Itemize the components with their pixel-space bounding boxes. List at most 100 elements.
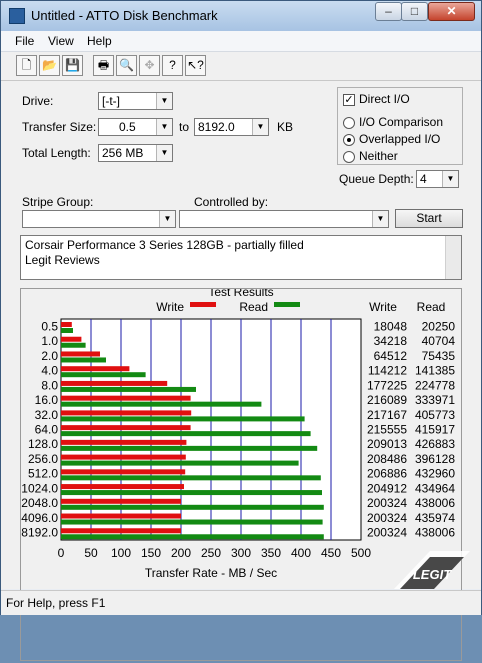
read-value: 224778 — [415, 378, 455, 392]
read-value: 333971 — [415, 393, 455, 407]
description-scrollbar[interactable] — [445, 236, 461, 279]
io-comparison-radio[interactable] — [343, 117, 355, 129]
x-tick-label: 100 — [111, 546, 131, 560]
write-value: 208486 — [367, 452, 407, 466]
save-icon[interactable]: 💾 — [62, 55, 83, 76]
write-bar — [61, 380, 168, 386]
write-bar — [61, 528, 181, 534]
title-bar[interactable]: Untitled - ATTO Disk Benchmark – □ ✕ — [1, 1, 481, 31]
x-tick-label: 400 — [291, 546, 311, 560]
print-preview-icon[interactable]: 🔍 — [116, 55, 137, 76]
overlapped-io-radio[interactable] — [343, 134, 355, 146]
read-bar — [61, 342, 86, 348]
chevron-down-icon[interactable]: ▼ — [159, 211, 175, 227]
overlapped-io-label: Overlapped I/O — [359, 132, 441, 146]
read-bar — [61, 460, 299, 466]
category-label: 1.0 — [41, 334, 58, 348]
read-bar — [61, 372, 146, 378]
category-label: 16.0 — [35, 393, 59, 407]
total-length-label: Total Length: — [22, 146, 91, 160]
menu-help[interactable]: Help — [87, 34, 112, 48]
chevron-down-icon[interactable]: ▼ — [156, 93, 172, 109]
stripe-group-select[interactable]: ▼ — [22, 210, 176, 228]
legend-read-swatch — [274, 302, 300, 307]
start-button[interactable]: Start — [395, 209, 463, 228]
direct-io-label: Direct I/O — [359, 92, 410, 106]
category-label: 256.0 — [28, 452, 58, 466]
category-label: 4096.0 — [21, 511, 58, 525]
write-value: 200324 — [367, 526, 407, 540]
drive-select[interactable]: [-t-] ▼ — [98, 92, 173, 110]
read-bar — [61, 357, 106, 363]
chevron-down-icon[interactable]: ▼ — [156, 145, 172, 161]
controlled-by-label: Controlled by: — [194, 195, 269, 209]
app-window: Untitled - ATTO Disk Benchmark – □ ✕ Fil… — [0, 0, 482, 661]
queue-depth-value: 4 — [420, 172, 427, 186]
read-value: 405773 — [415, 408, 455, 422]
print-icon[interactable]: 🖶 — [93, 55, 114, 76]
legend-read-label: Read — [239, 300, 268, 314]
read-bar — [61, 475, 321, 481]
write-bar — [61, 498, 181, 504]
write-value: 114212 — [368, 364, 407, 378]
maximize-button[interactable]: □ — [401, 2, 428, 21]
menu-view[interactable]: View — [48, 34, 74, 48]
category-label: 64.0 — [35, 423, 59, 437]
write-value: 18048 — [374, 319, 408, 333]
write-value: 215555 — [367, 423, 407, 437]
direct-io-checkbox[interactable]: ✓ — [343, 94, 355, 106]
read-value: 396128 — [415, 452, 455, 466]
read-bar — [61, 445, 318, 451]
neither-radio[interactable] — [343, 151, 355, 163]
transfer-size-to-select[interactable]: 8192.0 ▼ — [194, 118, 269, 136]
chevron-down-icon[interactable]: ▼ — [442, 171, 458, 187]
category-label: 1024.0 — [21, 481, 58, 495]
x-tick-label: 350 — [261, 546, 281, 560]
x-tick-labels: 0 50 100 150 200 250 300 350 400 450 500 — [58, 546, 372, 560]
app-icon[interactable] — [9, 8, 25, 24]
kb-label: KB — [277, 120, 294, 134]
write-bar — [61, 454, 186, 460]
write-value: 216089 — [367, 393, 407, 407]
x-tick-label: 500 — [351, 546, 371, 560]
write-bar — [61, 336, 82, 342]
write-bar — [61, 351, 100, 357]
chevron-down-icon[interactable]: ▼ — [372, 211, 388, 227]
write-bar — [61, 469, 186, 475]
window-title: Untitled - ATTO Disk Benchmark — [31, 8, 218, 23]
open-icon[interactable]: 📂 — [39, 55, 60, 76]
context-help-icon[interactable]: ↖? — [185, 55, 206, 76]
category-label: 512.0 — [28, 467, 58, 481]
category-label: 8.0 — [41, 378, 58, 392]
value-columns: 18048 20250 34218 40704 64512 75435 114212 1413… — [367, 319, 455, 539]
description-textarea[interactable]: Corsair Performance 3 Series 128GB - par… — [20, 235, 462, 280]
close-button[interactable]: ✕ — [428, 2, 475, 21]
write-value: 206886 — [367, 467, 407, 481]
read-value: 432960 — [415, 467, 455, 481]
legend-write-swatch — [190, 302, 216, 307]
controlled-by-select[interactable]: ▼ — [179, 210, 389, 228]
queue-depth-select[interactable]: 4 ▼ — [416, 170, 459, 188]
chevron-down-icon[interactable]: ▼ — [156, 119, 172, 135]
help-icon[interactable]: ? — [162, 55, 183, 76]
read-value: 426883 — [415, 437, 455, 451]
transfer-size-from-value: 0.5 — [119, 120, 136, 134]
new-icon[interactable]: 🗋 — [16, 55, 37, 76]
transfer-size-to-value: 8192.0 — [198, 120, 235, 134]
write-value: 200324 — [367, 496, 407, 510]
io-options-group: ✓ Direct I/O I/O Comparison Overlapped I… — [337, 87, 463, 165]
menu-file[interactable]: File — [15, 34, 34, 48]
chevron-down-icon[interactable]: ▼ — [252, 119, 268, 135]
move-icon[interactable]: ✥ — [139, 55, 160, 76]
watermark-graphic: LEGIT — [394, 551, 470, 589]
minimize-button[interactable]: – — [375, 2, 402, 21]
total-length-select[interactable]: 256 MB ▼ — [98, 144, 173, 162]
legit-reviews-logo: LEGIT — [390, 549, 474, 593]
category-label: 128.0 — [28, 437, 58, 451]
menu-bar: File View Help — [1, 31, 481, 52]
write-bar — [61, 410, 192, 416]
x-tick-label: 150 — [141, 546, 161, 560]
write-value: 200324 — [367, 511, 407, 525]
transfer-size-from-select[interactable]: 0.5 ▼ — [98, 118, 173, 136]
write-bar — [61, 395, 191, 401]
